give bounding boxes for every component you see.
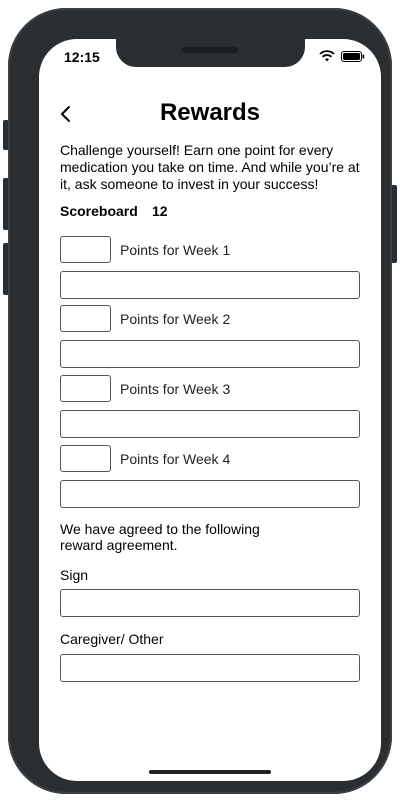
notch [116,39,305,67]
week-1-notes-field[interactable] [60,271,360,299]
caregiver-field[interactable] [60,654,360,682]
week-3-label: Points for Week 3 [120,381,231,397]
scoreboard-label: Scoreboard [60,203,138,219]
week-2-points-input[interactable] [60,305,111,332]
week-4-points-input[interactable] [60,445,111,472]
week-4-notes-field[interactable] [60,480,360,508]
sign-field[interactable] [60,589,360,617]
speaker [182,47,238,53]
week-1-points-input[interactable] [60,236,111,263]
status-icons [319,50,365,62]
week-3-notes-field[interactable] [60,410,360,438]
week-4-label: Points for Week 4 [120,451,231,467]
scoreboard-value: 12 [152,203,168,219]
intro-text: Challenge yourself! Earn one point for e… [60,142,360,192]
caregiver-label: Caregiver/ Other [60,631,164,647]
sign-label: Sign [60,567,89,583]
screen: 12:15 Rewards Challenge yourself! Earn o… [39,39,381,781]
week-2-notes-field[interactable] [60,340,360,368]
agreement-text: We have agreed to the following reward a… [60,521,260,553]
week-3-points-input[interactable] [60,375,111,402]
week-2-label: Points for Week 2 [120,311,231,327]
battery-icon [341,50,365,62]
phone-frame: 12:15 Rewards Challenge yourself! Earn o… [8,8,392,794]
page-title: Rewards [159,99,261,126]
home-indicator [149,770,271,774]
status-time: 12:15 [64,49,100,65]
wifi-icon [319,50,335,62]
week-1-label: Points for Week 1 [120,242,231,258]
